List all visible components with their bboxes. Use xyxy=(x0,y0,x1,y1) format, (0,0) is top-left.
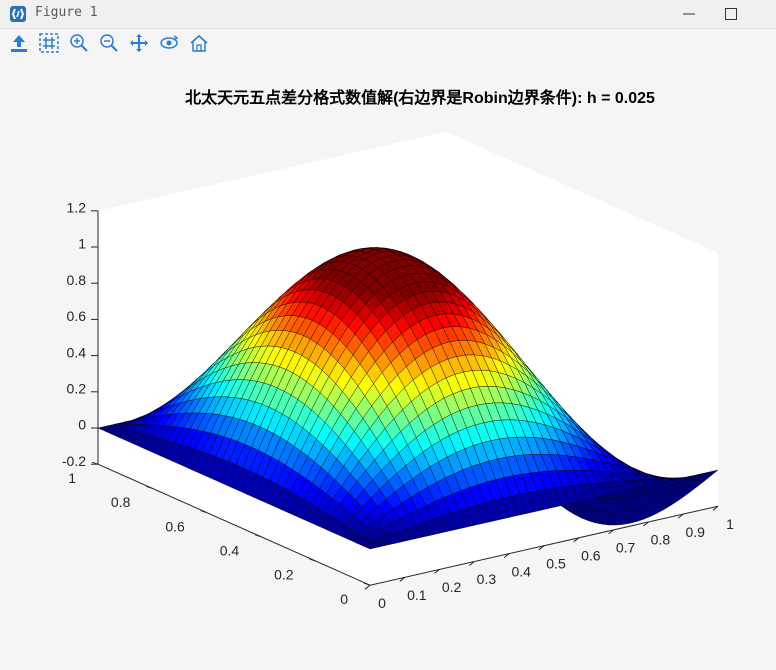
window-titlebar: Figure 1 xyxy=(0,0,776,29)
z-tick-label: 0 xyxy=(78,417,86,433)
maximize-icon xyxy=(725,8,737,20)
x-tick-label: 0.3 xyxy=(477,571,497,587)
z-tick-label: 1 xyxy=(78,236,86,252)
z-tick-label: 0.4 xyxy=(67,344,87,360)
y-tick-label: 0.6 xyxy=(165,518,185,534)
y-tick-label: 0 xyxy=(340,591,348,607)
x-tick-label: 0 xyxy=(378,595,386,611)
x-tick-label: 1 xyxy=(726,516,734,532)
y-tick-label: 0.8 xyxy=(111,494,131,510)
rotate-3d-button[interactable] xyxy=(158,32,180,54)
matlab-figure-logo xyxy=(10,6,26,22)
z-tick-label: 0.2 xyxy=(67,381,87,397)
z-tick-label: -0.2 xyxy=(62,453,86,469)
x-tick-label: 0.1 xyxy=(407,587,427,603)
window-title: Figure 1 xyxy=(35,5,98,20)
minimize-button[interactable] xyxy=(668,0,710,28)
x-tick-label: 0.2 xyxy=(442,579,462,595)
y-tick-label: 1 xyxy=(68,470,76,486)
x-tick-label: 0.7 xyxy=(616,540,636,556)
pan-button[interactable] xyxy=(128,32,150,54)
home-view-icon xyxy=(190,34,208,52)
home-view-button[interactable] xyxy=(188,32,210,54)
plot-title: 北太天元五点差分格式数值解(右边界是Robin边界条件): h = 0.025 xyxy=(185,88,655,107)
z-tick-label: 1.2 xyxy=(67,200,87,216)
save-figure-button[interactable] xyxy=(8,32,30,54)
y-tick-label: 0.2 xyxy=(274,567,294,583)
pan-icon xyxy=(130,34,148,52)
save-figure-icon xyxy=(11,35,27,52)
data-cursor-button[interactable] xyxy=(38,32,60,54)
x-tick-label: 0.5 xyxy=(546,555,566,571)
maximize-button[interactable] xyxy=(710,0,752,28)
y-tick-label: 0.4 xyxy=(220,543,240,559)
x-tick-label: 0.4 xyxy=(511,563,531,579)
x-tick-label: 0.6 xyxy=(581,548,601,564)
z-tick-label: 0.8 xyxy=(67,272,87,288)
x-tick-mark xyxy=(364,584,371,590)
zoom-out-button[interactable] xyxy=(98,32,120,54)
z-tick-label: 0.6 xyxy=(67,308,87,324)
zoom-out-icon xyxy=(100,34,118,52)
rotate-3d-icon xyxy=(160,35,179,49)
zoom-in-icon xyxy=(70,34,88,52)
minimize-icon xyxy=(683,13,695,15)
figure-toolbar xyxy=(0,29,776,55)
data-cursor-icon xyxy=(39,33,59,53)
figure-canvas[interactable]: 北太天元五点差分格式数值解(右边界是Robin边界条件): h = 0.025 … xyxy=(0,56,776,670)
x-tick-label: 0.8 xyxy=(651,532,671,548)
x-tick-label: 0.9 xyxy=(685,524,705,540)
zoom-in-button[interactable] xyxy=(68,32,90,54)
